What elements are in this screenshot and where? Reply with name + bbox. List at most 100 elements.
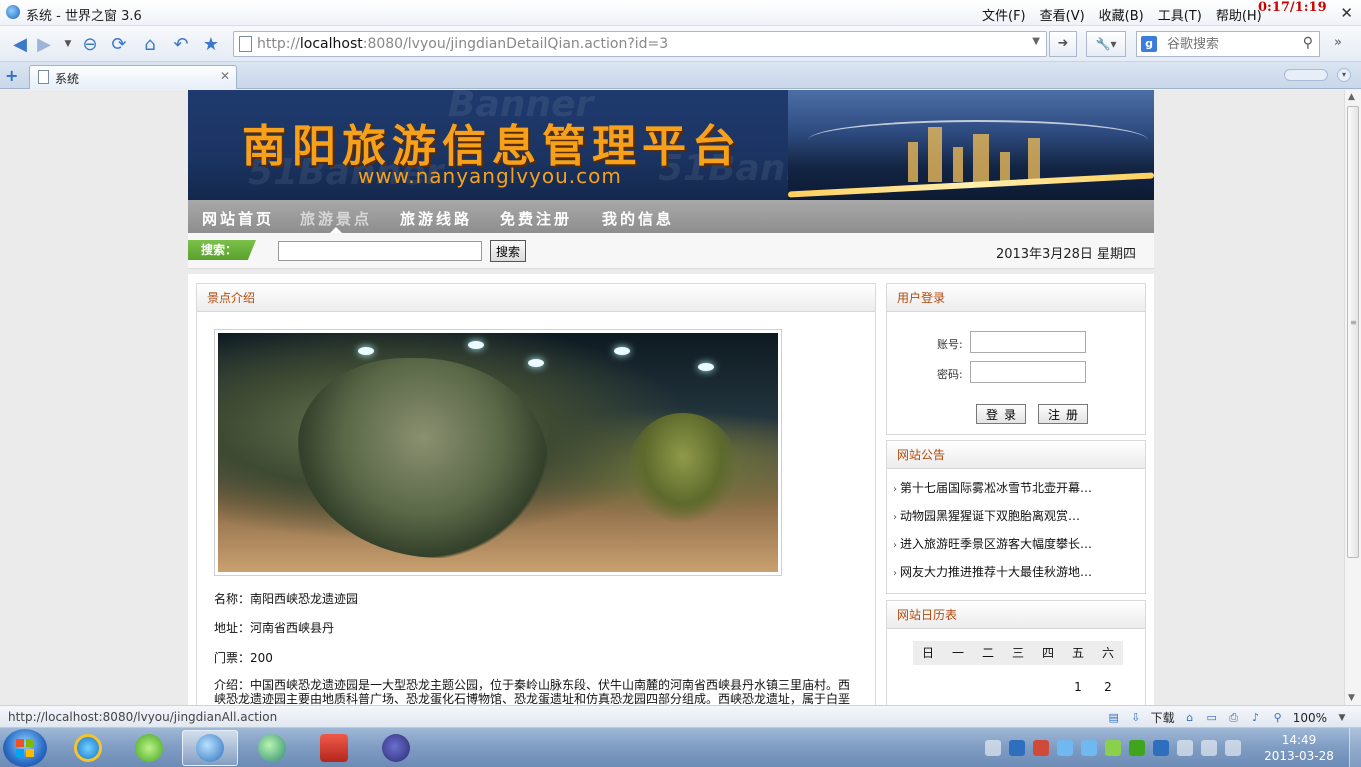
- scroll-down-icon[interactable]: ▼: [1348, 693, 1355, 703]
- page-icon: [239, 36, 252, 52]
- clean-icon[interactable]: ⌂: [1183, 711, 1197, 725]
- search-icon[interactable]: ⚲: [1303, 35, 1313, 51]
- weekday-cell: 三: [1003, 641, 1033, 665]
- home-icon[interactable]: ⌂: [138, 32, 162, 56]
- ceiling-light: [358, 347, 374, 355]
- account-label: 账号:: [937, 338, 963, 351]
- notice-list: › 第十七届国际雾凇冰雪节北壶开幕… › 动物园黑猩猩诞下双胞胎离观赏… › 进入旅游…: [893, 481, 1092, 593]
- taskbar-360[interactable]: [121, 730, 177, 766]
- nav-home[interactable]: 网站首页: [202, 208, 274, 229]
- scroll-up-icon[interactable]: ▲: [1348, 92, 1355, 102]
- day-cell[interactable]: [913, 675, 943, 699]
- status-url: http://localhost:8080/lvyou/jingdianAll.…: [8, 710, 278, 724]
- zoom-icon[interactable]: ⚲: [1271, 711, 1285, 725]
- tab-close-icon[interactable]: ✕: [220, 69, 230, 83]
- menu-view[interactable]: 查看(V): [1040, 5, 1085, 24]
- history-dropdown-icon[interactable]: ▼: [56, 32, 80, 56]
- day-cell[interactable]: [943, 675, 973, 699]
- taskbar-toolbox[interactable]: [306, 730, 362, 766]
- taskbar-eclipse[interactable]: [368, 730, 424, 766]
- notice-item[interactable]: › 动物园黑猩猩诞下双胞胎离观赏…: [893, 509, 1092, 537]
- new-tab-plus-icon[interactable]: +: [5, 66, 18, 85]
- menu-file[interactable]: 文件(F): [982, 5, 1026, 24]
- day-cell[interactable]: [973, 675, 1003, 699]
- network-icon[interactable]: [1033, 740, 1049, 756]
- google-icon[interactable]: g: [1141, 36, 1157, 52]
- calendar-weekday-row: 日 一 二 三 四 五 六: [913, 641, 1123, 665]
- dinosaur-model: [298, 358, 548, 558]
- account-input[interactable]: [970, 331, 1086, 353]
- scrollbar-thumb[interactable]: [1347, 106, 1359, 558]
- favorite-star-icon[interactable]: ★: [199, 32, 223, 56]
- taskbar-ie[interactable]: [60, 730, 116, 766]
- notice-item[interactable]: › 第十七届国际雾凇冰雪节北壶开幕…: [893, 481, 1092, 509]
- taskbar-theworld[interactable]: [182, 730, 238, 766]
- chat-icon[interactable]: [1081, 740, 1097, 756]
- flag-icon[interactable]: [1201, 740, 1217, 756]
- monitor-icon[interactable]: [1225, 740, 1241, 756]
- scrollbar-grip-icon: ≡: [1350, 318, 1357, 327]
- volume-icon[interactable]: ♪: [1249, 711, 1263, 725]
- notice-item[interactable]: › 进入旅游旺季景区游客大幅度攀长…: [893, 537, 1092, 565]
- web-search-input[interactable]: [1167, 35, 1297, 53]
- address-url[interactable]: http://localhost:8080/lvyou/jingdianDeta…: [257, 36, 668, 52]
- start-button[interactable]: [3, 729, 47, 767]
- plus-icon[interactable]: [1105, 740, 1121, 756]
- zoom-level[interactable]: 100%: [1293, 711, 1327, 725]
- nav-attractions[interactable]: 旅游景点: [300, 208, 372, 229]
- keyboard-icon[interactable]: [985, 740, 1001, 756]
- menu-help[interactable]: 帮助(H): [1216, 5, 1262, 24]
- clock-time: 14:49: [1281, 733, 1317, 747]
- print-icon[interactable]: ⎙: [1227, 711, 1241, 725]
- undo-close-icon[interactable]: ↶: [169, 32, 193, 56]
- login-button[interactable]: 登录: [976, 404, 1026, 424]
- chevron-down-icon[interactable]: ▼: [1032, 36, 1040, 47]
- menu-favorites[interactable]: 收藏(B): [1099, 5, 1144, 24]
- web-search-box[interactable]: g ⚲: [1136, 31, 1320, 57]
- volume-icon[interactable]: [1177, 740, 1193, 756]
- globe-icon[interactable]: [1153, 740, 1169, 756]
- menu-tools[interactable]: 工具(T): [1158, 5, 1202, 24]
- download-icon[interactable]: ⇩: [1129, 711, 1143, 725]
- site-container: Banner 51Banner 51Banner 南阳旅游信息管理平台 www.…: [188, 90, 1154, 705]
- show-desktop-button[interactable]: [1349, 728, 1361, 767]
- nav-routes[interactable]: 旅游线路: [400, 208, 472, 229]
- stop-icon[interactable]: ⊖: [78, 32, 102, 56]
- recording-timer: 0:17/1:19: [1258, 0, 1327, 15]
- refresh-icon[interactable]: ⟳: [107, 32, 131, 56]
- taskbar-app[interactable]: [244, 730, 300, 766]
- taskbar-clock[interactable]: 14:49 2013-03-28: [1258, 732, 1340, 764]
- qq-icon[interactable]: [1057, 740, 1073, 756]
- close-icon[interactable]: ✕: [1340, 4, 1353, 22]
- notice-item[interactable]: › 网友大力推进推荐十大最佳秋游地…: [893, 565, 1092, 593]
- tab-menu-icon[interactable]: ▾: [1337, 68, 1351, 82]
- site-search-button[interactable]: 搜索: [490, 240, 526, 262]
- split-view-icon[interactable]: ▤: [1107, 711, 1121, 725]
- shield-icon[interactable]: [1009, 740, 1025, 756]
- sync-icon[interactable]: [1129, 740, 1145, 756]
- register-button[interactable]: 注册: [1038, 404, 1088, 424]
- go-button[interactable]: ➜: [1049, 31, 1077, 57]
- arrow-right-icon: ›: [893, 512, 897, 523]
- screenshot-icon[interactable]: ▭: [1205, 711, 1219, 725]
- password-input[interactable]: [970, 361, 1086, 383]
- nav-register[interactable]: 免费注册: [500, 208, 572, 229]
- vertical-scrollbar[interactable]: ▲ ≡ ▼: [1344, 90, 1361, 705]
- tab-system[interactable]: 系统 ✕: [29, 65, 237, 89]
- tab-label: 系统: [55, 72, 80, 86]
- chevron-right-double-icon[interactable]: »: [1334, 35, 1342, 50]
- chevron-down-icon[interactable]: ▼: [1335, 711, 1349, 725]
- day-cell[interactable]: 2: [1093, 675, 1123, 699]
- day-cell[interactable]: 1: [1063, 675, 1093, 699]
- back-icon[interactable]: ◀: [8, 32, 32, 56]
- forward-icon[interactable]: ▶: [32, 32, 56, 56]
- address-bar[interactable]: http://localhost:8080/lvyou/jingdianDeta…: [233, 31, 1047, 57]
- site-search-input[interactable]: [278, 241, 482, 261]
- window-title: 系统 - 世界之窗 3.6: [26, 9, 142, 24]
- day-cell[interactable]: [1033, 675, 1063, 699]
- download-label[interactable]: 下载: [1151, 709, 1175, 726]
- tab-scroll-control[interactable]: [1284, 69, 1328, 81]
- day-cell[interactable]: [1003, 675, 1033, 699]
- nav-my-info[interactable]: 我的信息: [602, 208, 674, 229]
- tools-wrench-icon[interactable]: 🔧▾: [1086, 31, 1126, 57]
